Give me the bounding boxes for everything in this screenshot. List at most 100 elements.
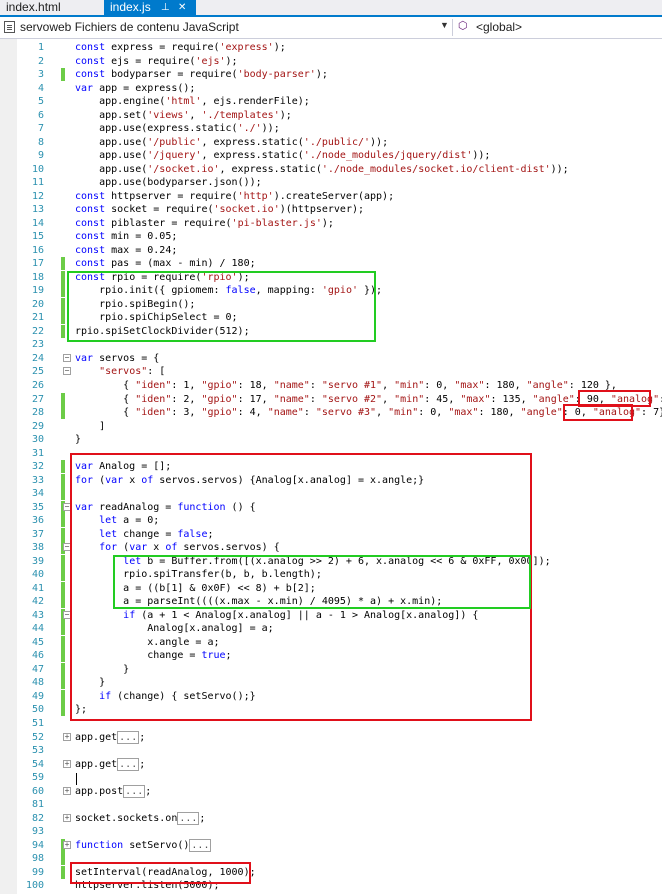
- code-line[interactable]: 98: [0, 852, 662, 866]
- code-line[interactable]: 99 setInterval(readAnalog, 1000);: [0, 865, 662, 879]
- code-text: app.get...;: [75, 730, 146, 744]
- code-line[interactable]: 21 rpio.spiChipSelect = 0;: [0, 311, 662, 325]
- code-line[interactable]: 17 const pas = (max - min) / 180;: [0, 257, 662, 271]
- code-line[interactable]: 5 app.engine('html', ejs.renderFile);: [0, 95, 662, 108]
- code-line[interactable]: 30}: [0, 433, 662, 446]
- code-text: const piblaster = require('pi-blaster.js…: [75, 217, 334, 229]
- expand-region-icon[interactable]: +: [63, 732, 71, 741]
- code-line[interactable]: 18 const rpio = require('rpio');: [0, 270, 662, 284]
- collapse-region-icon[interactable]: −: [63, 353, 71, 362]
- code-line[interactable]: 51: [0, 717, 662, 730]
- scope-dropdown[interactable]: <global>: [476, 20, 522, 34]
- line-number: 26: [31, 380, 44, 391]
- collapse-region-icon[interactable]: −: [63, 502, 71, 511]
- code-line[interactable]: 26 { "iden": 1, "gpio": 18, "name": "ser…: [0, 379, 662, 392]
- code-line[interactable]: 2 const ejs = require('ejs');: [0, 55, 662, 68]
- code-line[interactable]: 28 { "iden": 3, "gpio": 4, "name": "serv…: [0, 406, 662, 420]
- string-token: 'express': [219, 42, 274, 53]
- code-line[interactable]: 39 let b = Buffer.from([(x.analog >> 2) …: [0, 554, 662, 568]
- code-line[interactable]: 36 let a = 0;: [0, 514, 662, 528]
- pin-tab-icon[interactable]: ⊥: [161, 0, 170, 15]
- code-text: function setServo()...: [75, 838, 212, 852]
- code-text: app.get...;: [75, 757, 146, 771]
- code-line[interactable]: 81: [0, 798, 662, 811]
- line-number: 10: [31, 163, 44, 175]
- code-line[interactable]: 10 app.use('/socket.io', express.static(…: [0, 163, 662, 176]
- code-line[interactable]: 14 const piblaster = require('pi-blaster.…: [0, 217, 662, 230]
- code-line[interactable]: 25 − "servos": [: [0, 365, 662, 378]
- code-line[interactable]: 20 rpio.spiBegin();: [0, 297, 662, 311]
- line-number: 60: [31, 785, 44, 797]
- code-line[interactable]: 33 for (var x of servos.servos) {Analog[x…: [0, 473, 662, 487]
- code-line[interactable]: 8 app.use('/public', express.static('./p…: [0, 136, 662, 149]
- code-line[interactable]: 42 a = parseInt((((x.max - x.min) / 4095…: [0, 595, 662, 609]
- collapsed-region[interactable]: ...: [117, 730, 140, 744]
- code-line[interactable]: 6 app.set('views', './templates');: [0, 109, 662, 122]
- code-line[interactable]: 40 rpio.spiTransfer(b, b, b.length);: [0, 568, 662, 582]
- collapsed-region[interactable]: ...: [177, 811, 200, 825]
- code-line[interactable]: 46 change = true;: [0, 649, 662, 663]
- code-line[interactable]: 49 if (change) { setServo();}: [0, 689, 662, 703]
- code-line[interactable]: 54 + app.get...;: [0, 757, 662, 771]
- code-line[interactable]: 48 }: [0, 676, 662, 690]
- project-dropdown[interactable]: servoweb Fichiers de contenu JavaScript: [20, 20, 239, 34]
- code-line[interactable]: 37 let change = false;: [0, 527, 662, 541]
- code-line[interactable]: 12 const httpserver = require('http').cre…: [0, 190, 662, 203]
- close-tab-icon[interactable]: ✕: [178, 0, 186, 15]
- code-line[interactable]: 13 const socket = require('socket.io')(ht…: [0, 203, 662, 216]
- collapsed-region[interactable]: ...: [189, 838, 212, 852]
- code-line[interactable]: 41 a = ((b[1] & 0x0F) << 8) + b[2];: [0, 581, 662, 595]
- expand-region-icon[interactable]: +: [63, 840, 71, 849]
- code-line[interactable]: 43 − if (a + 1 < Analog[x.analog] || a - …: [0, 608, 662, 622]
- code-line[interactable]: 45 x.angle = a;: [0, 635, 662, 649]
- code-line[interactable]: 94 + function setServo()...: [0, 838, 662, 852]
- code-text: { "iden": 1, "gpio": 18, "name": "servo …: [75, 380, 617, 391]
- code-line[interactable]: 29 ]: [0, 420, 662, 433]
- code-line[interactable]: 31: [0, 447, 662, 460]
- code-line[interactable]: 19 rpio.init({ gpiomem: false, mapping: …: [0, 284, 662, 298]
- code-line[interactable]: 47 }: [0, 662, 662, 676]
- code-line[interactable]: 4 var app = express();: [0, 82, 662, 95]
- code-line[interactable]: 34: [0, 487, 662, 501]
- code-line[interactable]: 100 httpserver.listen(5000);: [0, 879, 662, 892]
- code-line[interactable]: 22 rpio.spiSetClockDivider(512);: [0, 324, 662, 338]
- chevron-down-icon[interactable]: ▼: [440, 20, 449, 30]
- code-line[interactable]: 7 app.use(express.static('./'));: [0, 122, 662, 135]
- code-line[interactable]: 23: [0, 338, 662, 351]
- code-line[interactable]: 44 Analog[x.analog] = a;: [0, 622, 662, 636]
- code-line[interactable]: 1 const express = require('express');: [0, 41, 662, 54]
- line-number: 21: [31, 312, 44, 324]
- code-line[interactable]: 93: [0, 825, 662, 838]
- code-line[interactable]: 38 − for (var x of servos.servos) {: [0, 541, 662, 555]
- tab-index-js[interactable]: index.js ⊥ ✕: [104, 0, 196, 15]
- code-line[interactable]: 27 { "iden": 2, "gpio": 17, "name": "ser…: [0, 392, 662, 406]
- collapsed-region[interactable]: ...: [123, 784, 146, 798]
- expand-region-icon[interactable]: +: [63, 759, 71, 768]
- code-text: const min = 0.05;: [75, 231, 178, 243]
- code-line[interactable]: 60 + app.post...;: [0, 784, 662, 798]
- line-number: 54: [31, 758, 44, 770]
- code-line[interactable]: 24 − var servos = {: [0, 352, 662, 365]
- collapse-region-icon[interactable]: −: [63, 367, 71, 376]
- expand-region-icon[interactable]: +: [63, 813, 71, 822]
- code-line[interactable]: 3 const bodyparser = require('body-parser…: [0, 68, 662, 82]
- code-line[interactable]: 53: [0, 744, 662, 757]
- code-line[interactable]: 82 + socket.sockets.on...;: [0, 811, 662, 825]
- code-line[interactable]: 52 + app.get...;: [0, 730, 662, 744]
- code-line[interactable]: 35 − var readAnalog = function () {: [0, 500, 662, 514]
- expand-region-icon[interactable]: +: [63, 786, 71, 795]
- code-line[interactable]: 32 var Analog = [];: [0, 460, 662, 474]
- code-line[interactable]: 59: [0, 771, 662, 784]
- string-token: "name": [273, 380, 310, 391]
- collapse-region-icon[interactable]: −: [63, 610, 71, 619]
- tab-index-html[interactable]: index.html: [0, 0, 104, 15]
- code-line[interactable]: 50};: [0, 703, 662, 717]
- code-line[interactable]: 15 const min = 0.05;: [0, 230, 662, 243]
- collapsed-region[interactable]: ...: [117, 757, 140, 771]
- code-line[interactable]: 11 app.use(bodyparser.json());: [0, 176, 662, 189]
- collapse-region-icon[interactable]: −: [63, 543, 71, 552]
- code-text: rpio.spiSetClockDivider(512);: [75, 325, 250, 337]
- code-line[interactable]: 9 app.use('/jquery', express.static('./n…: [0, 149, 662, 162]
- code-editor[interactable]: 1 const express = require('express'); 2 con…: [0, 39, 662, 894]
- code-line[interactable]: 16 const max = 0.24;: [0, 244, 662, 257]
